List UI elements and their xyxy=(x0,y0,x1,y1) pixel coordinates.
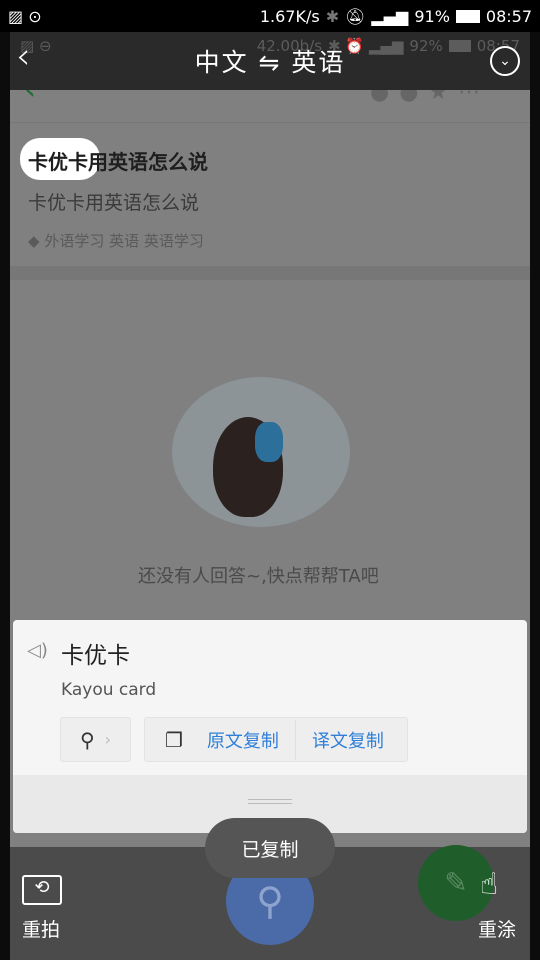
chevron-right-icon: › xyxy=(104,730,112,749)
bluetooth-icon: ✱ xyxy=(325,6,340,26)
retake-icon[interactable]: ⟲ xyxy=(22,875,62,905)
hand-pointer-icon: ☝ xyxy=(480,867,499,902)
toast-message: 已复制 xyxy=(205,818,335,878)
retake-label[interactable]: 重拍 xyxy=(22,915,60,942)
copy-translation-button[interactable]: 译文复制 xyxy=(312,727,384,753)
bg-question-subtitle: 卡优卡用英语怎么说 xyxy=(28,192,200,214)
speaker-icon[interactable]: ◁) xyxy=(27,640,48,661)
bg-empty-text: 还没有人回答~,快点帮帮TA吧 xyxy=(138,566,379,587)
bg-tags: 外语学习 英语 英语学习 xyxy=(44,232,204,250)
redraw-label[interactable]: 重涂 xyxy=(478,915,516,942)
language-switch[interactable]: 中文 ⇋ 英语 xyxy=(195,43,346,79)
message-icon: ⊙ xyxy=(28,6,42,26)
back-icon[interactable]: ‹ xyxy=(16,36,30,77)
translate-header: ▨ ⊖ 42.00b/s ✱ ⏰ ▂▄▆ 92% 08:57 ‹ 中文 ⇋ 英语… xyxy=(10,32,530,90)
network-speed: 1.67K/s xyxy=(259,6,320,26)
bg-battery-text: 92% xyxy=(409,37,443,55)
mute-icon: 🔕︎ xyxy=(345,6,366,26)
search-button[interactable]: ⚲ › xyxy=(60,717,131,762)
copy-icon: ❐ xyxy=(165,727,183,752)
copy-group: ❐ 原文复制 译文复制 xyxy=(144,717,408,762)
chevron-down-circle-icon[interactable]: ⌄ xyxy=(490,46,520,76)
drag-handle-icon[interactable] xyxy=(248,799,292,804)
bg-battery-icon xyxy=(448,40,471,52)
status-bar: ▨ ⊙ 1.67K/s ✱ 🔕︎ ▂▄▆ 91% 08:57 xyxy=(0,0,540,32)
translation-text: Kayou card xyxy=(61,680,157,700)
copy-original-button[interactable]: 原文复制 xyxy=(207,727,279,753)
source-text: 卡优卡 xyxy=(61,643,130,669)
bg-question-title: 卡优卡用英语怎么说 xyxy=(28,150,208,174)
battery-icon xyxy=(455,9,480,23)
signal-icon: ▂▄▆ xyxy=(371,6,409,26)
battery-text: 91% xyxy=(414,6,450,26)
tag-icon: ◆ xyxy=(28,232,45,250)
image-icon: ▨ xyxy=(8,6,24,26)
translation-card: ◁) 卡优卡 Kayou card ⚲ › ❐ 原文复制 译文复制 xyxy=(13,620,527,833)
search-icon: ⚲ xyxy=(79,727,95,752)
clock: 08:57 xyxy=(485,6,532,26)
